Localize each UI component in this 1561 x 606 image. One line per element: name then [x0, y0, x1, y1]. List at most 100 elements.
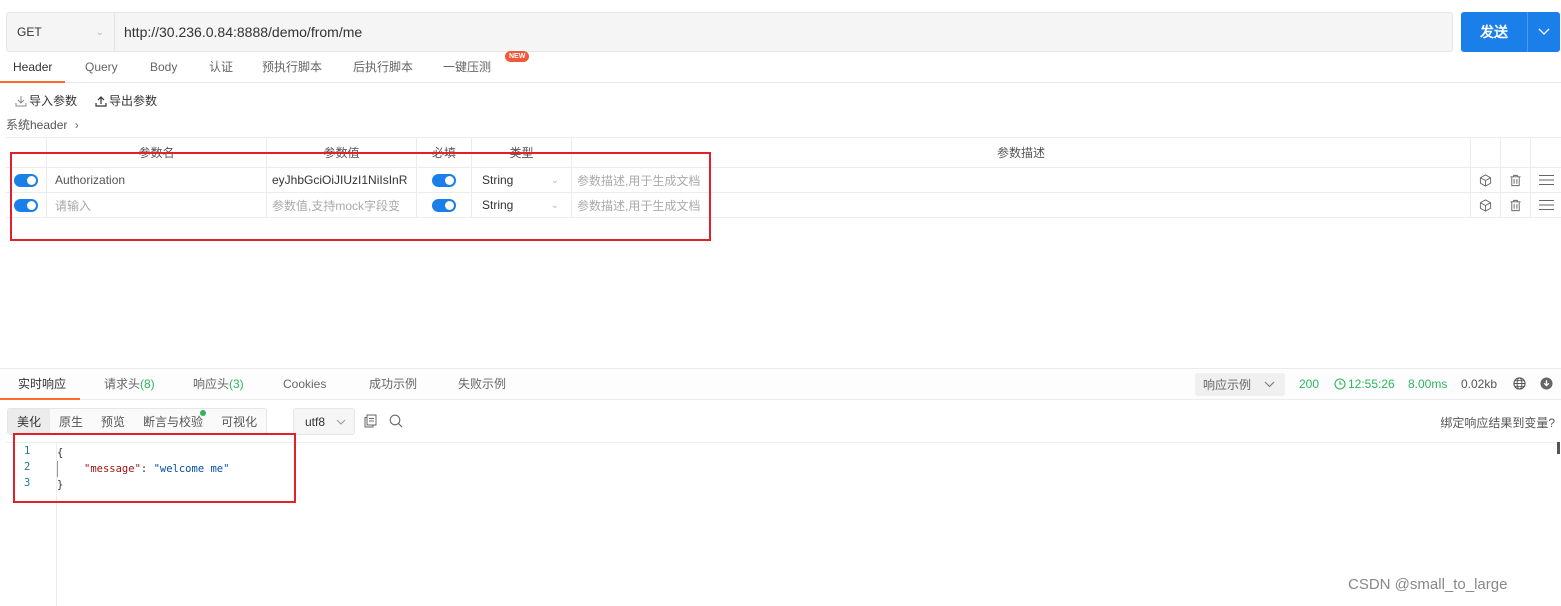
- import-params-button[interactable]: 导入参数: [15, 92, 77, 109]
- tab-header[interactable]: Header: [13, 54, 52, 83]
- system-header-toggle[interactable]: 系统header ›: [6, 116, 79, 133]
- table-row: 请输入 参数值,支持mock字段变 String ⌄ 参数描述,用于生成文档: [6, 193, 1561, 218]
- active-tab-indicator: [0, 398, 80, 400]
- column-header-value: 参数值: [267, 138, 417, 167]
- send-dropdown-button[interactable]: [1528, 12, 1560, 52]
- status-code: 200: [1299, 377, 1320, 391]
- download-icon: [15, 95, 27, 106]
- chevron-down-icon: [1264, 381, 1275, 388]
- tab-load-test[interactable]: 一键压测: [443, 54, 491, 83]
- type-value: String: [482, 173, 514, 187]
- delete-button[interactable]: [1501, 193, 1531, 217]
- required-toggle[interactable]: [432, 198, 456, 212]
- mock-button[interactable]: [1471, 168, 1501, 192]
- scrollbar[interactable]: [1557, 442, 1560, 454]
- required-toggle[interactable]: [432, 173, 456, 187]
- response-tabs: 实时响应 请求头(8) 响应头(3) Cookies 成功示例 失败示例: [0, 368, 1561, 400]
- method-select[interactable]: GET ⌄: [7, 13, 115, 51]
- globe-icon: [1513, 377, 1526, 390]
- menu-icon: [1538, 200, 1554, 210]
- download-circle-icon: [1540, 377, 1553, 390]
- response-size: 0.02kb: [1461, 377, 1498, 391]
- param-name-input[interactable]: Authorization: [47, 168, 267, 192]
- tab-cookies[interactable]: Cookies: [283, 369, 326, 400]
- table-header-row: 参数名 参数值 必填 类型 参数描述: [6, 138, 1561, 168]
- enable-toggle[interactable]: [14, 198, 38, 212]
- enable-toggle[interactable]: [14, 173, 38, 187]
- import-params-label: 导入参数: [29, 94, 78, 108]
- response-headers-count: (3): [229, 377, 244, 391]
- new-badge: NEW: [505, 51, 530, 62]
- param-description-input[interactable]: 参数描述,用于生成文档: [572, 168, 1471, 192]
- response-time: 12:55:26: [1334, 377, 1395, 391]
- delete-button[interactable]: [1501, 168, 1531, 192]
- view-mode-raw[interactable]: 原生: [50, 409, 92, 434]
- copy-button[interactable]: [364, 414, 377, 431]
- chevron-down-icon: ⌄: [550, 199, 559, 211]
- code-line: {: [57, 447, 64, 459]
- view-mode-preview[interactable]: 预览: [92, 409, 134, 434]
- column-header-description: 参数描述: [572, 138, 1471, 167]
- response-example-dropdown[interactable]: 响应示例: [1195, 373, 1285, 396]
- chevron-down-icon: [336, 419, 346, 425]
- tab-request-headers[interactable]: 请求头(8): [104, 369, 155, 400]
- cube-icon: [1479, 198, 1492, 212]
- type-value: String: [482, 198, 514, 212]
- search-icon: [389, 414, 403, 428]
- tab-fail-example[interactable]: 失败示例: [458, 369, 506, 400]
- response-editor[interactable]: 1 2 3 { "message": "welcome me" }: [6, 442, 1557, 606]
- type-select[interactable]: String ⌄: [472, 193, 572, 217]
- tab-response-headers[interactable]: 响应头(3): [193, 369, 244, 400]
- menu-icon: [1538, 175, 1554, 185]
- trash-icon: [1510, 174, 1521, 186]
- tab-query[interactable]: Query: [85, 54, 118, 83]
- tab-auth[interactable]: 认证: [209, 54, 233, 83]
- code-line: }: [57, 479, 64, 491]
- table-row: Authorization eyJhbGciOiJIUzI1NiIsInR St…: [6, 168, 1561, 193]
- column-header-type: 类型: [472, 138, 572, 167]
- view-mode-assertions[interactable]: 断言与校验: [134, 409, 212, 434]
- encoding-select[interactable]: utf8: [293, 408, 355, 435]
- url-bar: GET ⌄ http://30.236.0.84:8888/demo/from/…: [6, 12, 1453, 52]
- upload-icon: [95, 95, 107, 107]
- tab-pre-script[interactable]: 预执行脚本: [262, 54, 322, 83]
- url-input[interactable]: http://30.236.0.84:8888/demo/from/me: [115, 24, 362, 40]
- param-value-input[interactable]: eyJhbGciOiJIUzI1NiIsInR: [267, 168, 417, 192]
- export-params-label: 导出参数: [109, 94, 158, 108]
- request-tabs: Header Query Body 认证 预执行脚本 后执行脚本 一键压测: [0, 54, 1561, 83]
- view-mode-beautify[interactable]: 美化: [8, 409, 51, 434]
- tab-body[interactable]: Body: [150, 54, 177, 83]
- param-value-input[interactable]: 参数值,支持mock字段变: [267, 193, 417, 217]
- tab-success-example[interactable]: 成功示例: [369, 369, 417, 400]
- clock-icon: [1334, 378, 1346, 390]
- trash-icon: [1510, 199, 1521, 211]
- drag-handle[interactable]: [1531, 193, 1561, 217]
- export-params-button[interactable]: 导出参数: [95, 92, 157, 109]
- view-mode-visualize[interactable]: 可视化: [212, 409, 266, 434]
- tab-realtime-response[interactable]: 实时响应: [18, 369, 66, 400]
- line-number: 2: [24, 461, 31, 473]
- param-description-input[interactable]: 参数描述,用于生成文档: [572, 193, 1471, 217]
- active-tab-indicator: [0, 81, 65, 83]
- line-number: 1: [24, 445, 31, 457]
- mock-button[interactable]: [1471, 193, 1501, 217]
- chevron-down-icon: ⌄: [95, 26, 104, 38]
- response-example-label: 响应示例: [1203, 378, 1252, 392]
- send-button[interactable]: 发送: [1461, 12, 1528, 52]
- copy-icon: [364, 414, 377, 428]
- globe-button[interactable]: [1513, 377, 1526, 393]
- view-mode-switch: 美化 原生 预览 断言与校验 可视化: [7, 408, 268, 435]
- download-response-button[interactable]: [1540, 377, 1553, 393]
- type-select[interactable]: String ⌄: [472, 168, 572, 192]
- search-button[interactable]: [389, 414, 403, 431]
- method-value: GET: [17, 25, 42, 39]
- drag-handle[interactable]: [1531, 168, 1561, 192]
- watermark: CSDN @small_to_large: [1348, 576, 1508, 593]
- param-name-input[interactable]: 请输入: [47, 193, 267, 217]
- status-dot: [200, 410, 207, 416]
- response-duration: 8.00ms: [1408, 377, 1448, 391]
- system-header-label: 系统header: [6, 118, 68, 132]
- tab-post-script[interactable]: 后执行脚本: [353, 54, 413, 83]
- bind-response-variable-link[interactable]: 绑定响应结果到变量?: [1440, 414, 1555, 431]
- json-key: "message": [84, 463, 141, 475]
